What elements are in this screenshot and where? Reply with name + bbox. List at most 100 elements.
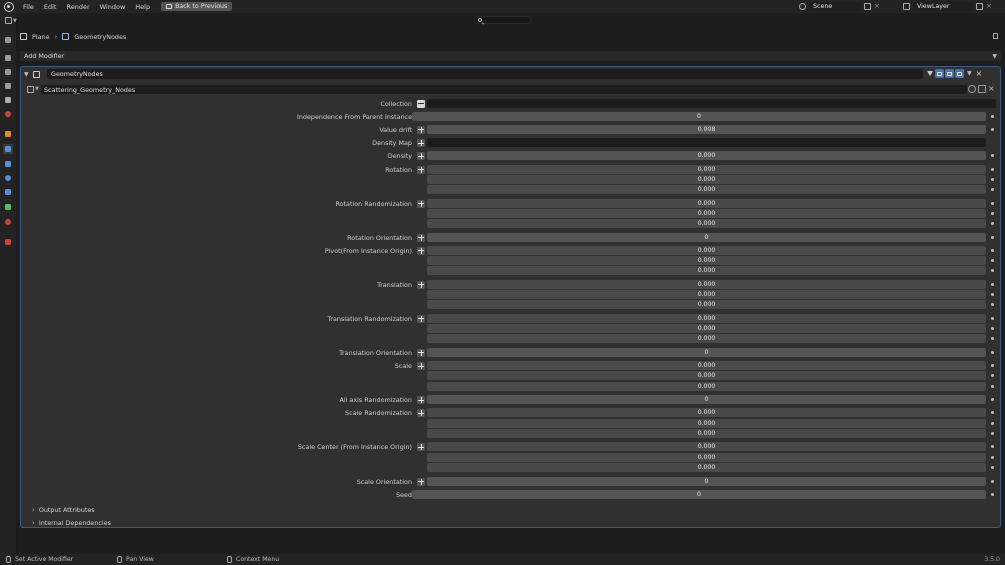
keyframe-dot-icon[interactable] bbox=[991, 455, 994, 459]
tab-modifiers[interactable] bbox=[3, 144, 13, 154]
attribute-toggle-icon[interactable] bbox=[417, 477, 425, 486]
attribute-toggle-icon[interactable] bbox=[417, 165, 425, 174]
keyframe-dot-icon[interactable] bbox=[991, 327, 994, 331]
int-field[interactable]: 0 bbox=[412, 111, 986, 121]
tab-object[interactable] bbox=[3, 129, 13, 139]
keyframe-dot-icon[interactable] bbox=[991, 201, 994, 205]
tab-material[interactable] bbox=[3, 217, 13, 227]
attribute-toggle-icon[interactable] bbox=[417, 152, 425, 161]
keyframe-dot-icon[interactable] bbox=[991, 431, 994, 435]
attribute-toggle-icon[interactable] bbox=[417, 199, 425, 208]
vector-component-field[interactable]: 0.000 bbox=[427, 334, 986, 344]
menu-window[interactable]: Window bbox=[95, 3, 131, 11]
menu-help[interactable]: Help bbox=[130, 3, 155, 11]
attribute-name-field[interactable] bbox=[427, 138, 986, 148]
keyframe-dot-icon[interactable] bbox=[991, 316, 994, 320]
keyframe-dot-icon[interactable] bbox=[991, 492, 994, 496]
attribute-toggle-icon[interactable] bbox=[417, 280, 425, 289]
keyframe-dot-icon[interactable] bbox=[991, 445, 994, 449]
vector-component-field[interactable]: 0.000 bbox=[427, 381, 986, 391]
keyframe-dot-icon[interactable] bbox=[991, 154, 994, 158]
vector-component-field[interactable]: 0.000 bbox=[427, 279, 986, 289]
vector-component-field[interactable]: 0.000 bbox=[427, 442, 986, 452]
new-scene-icon[interactable] bbox=[864, 3, 871, 10]
scene-name-field[interactable]: Scene bbox=[809, 2, 861, 11]
new-view-layer-icon[interactable] bbox=[976, 3, 983, 10]
properties-search-input[interactable] bbox=[474, 16, 532, 24]
keyframe-dot-icon[interactable] bbox=[991, 479, 994, 483]
duplicate-icon[interactable] bbox=[978, 85, 986, 93]
remove-modifier-icon[interactable]: × bbox=[976, 69, 983, 78]
keyframe-dot-icon[interactable] bbox=[991, 411, 994, 415]
vector-component-field[interactable]: 0.000 bbox=[427, 361, 986, 371]
vector-component-field[interactable]: 0.000 bbox=[427, 452, 986, 462]
keyframe-dot-icon[interactable] bbox=[991, 350, 994, 354]
vector-component-field[interactable]: 0.000 bbox=[427, 219, 986, 229]
edit-mode-icon[interactable] bbox=[935, 69, 944, 78]
keyframe-dot-icon[interactable] bbox=[991, 374, 994, 378]
view-layer-icon[interactable] bbox=[903, 3, 910, 10]
menu-edit[interactable]: Edit bbox=[39, 3, 62, 11]
subpanel-output-attributes[interactable]: › Output Attributes bbox=[32, 505, 95, 515]
tab-scene[interactable] bbox=[3, 95, 13, 105]
vector-component-field[interactable]: 0.000 bbox=[427, 256, 986, 266]
subpanel-internal-dependencies[interactable]: › Internal Dependencies bbox=[32, 518, 111, 528]
vector-component-field[interactable]: 0.000 bbox=[427, 164, 986, 174]
vector-component-field[interactable]: 0.000 bbox=[427, 245, 986, 255]
tab-tool[interactable] bbox=[3, 35, 13, 45]
menu-render[interactable]: Render bbox=[61, 3, 94, 11]
keyframe-dot-icon[interactable] bbox=[991, 167, 994, 171]
keyframe-dot-icon[interactable] bbox=[991, 269, 994, 273]
editor-type-selector[interactable]: ▼ bbox=[5, 16, 18, 25]
keyframe-dot-icon[interactable] bbox=[991, 465, 994, 469]
vector-component-field[interactable]: 0.000 bbox=[427, 198, 986, 208]
keyframe-dot-icon[interactable] bbox=[991, 222, 994, 226]
attribute-toggle-icon[interactable] bbox=[417, 348, 425, 357]
float-field[interactable]: 0 bbox=[427, 232, 986, 242]
tab-world[interactable] bbox=[3, 109, 13, 119]
keyframe-dot-icon[interactable] bbox=[991, 114, 994, 118]
attribute-toggle-icon[interactable] bbox=[417, 139, 425, 148]
chevron-down-icon[interactable]: ▼ bbox=[35, 86, 39, 92]
modifier-menu-chevron-icon[interactable]: ▼ bbox=[967, 70, 972, 77]
vector-component-field[interactable]: 0.000 bbox=[427, 300, 986, 310]
collection-field[interactable] bbox=[427, 98, 996, 108]
attribute-toggle-icon[interactable] bbox=[417, 409, 425, 418]
keyframe-dot-icon[interactable] bbox=[991, 421, 994, 425]
attribute-toggle-icon[interactable] bbox=[417, 246, 425, 255]
add-modifier-button[interactable]: Add Modifier ▼ bbox=[20, 51, 1001, 61]
vector-component-field[interactable]: 0.000 bbox=[427, 371, 986, 381]
view-layer-name-field[interactable]: ViewLayer bbox=[913, 2, 973, 11]
vector-component-field[interactable]: 0.000 bbox=[427, 418, 986, 428]
keyframe-dot-icon[interactable] bbox=[991, 248, 994, 252]
vector-component-field[interactable]: 0.000 bbox=[427, 324, 986, 334]
back-to-previous-button[interactable]: Back to Previous bbox=[161, 2, 233, 11]
keyframe-dot-icon[interactable] bbox=[991, 259, 994, 263]
node-tree-icon[interactable] bbox=[27, 86, 34, 93]
vector-component-field[interactable]: 0.000 bbox=[427, 313, 986, 323]
vector-component-field[interactable]: 0.000 bbox=[427, 266, 986, 276]
float-field[interactable]: 0 bbox=[427, 395, 986, 405]
node-group-field[interactable]: Scattering_Geometry_Nodes bbox=[41, 85, 967, 94]
scene-icon[interactable] bbox=[799, 3, 806, 10]
tab-render[interactable] bbox=[3, 53, 13, 63]
vector-component-field[interactable]: 0.000 bbox=[427, 290, 986, 300]
fake-user-shield-icon[interactable] bbox=[968, 85, 976, 93]
float-field[interactable]: 0 bbox=[427, 476, 986, 486]
keyframe-dot-icon[interactable] bbox=[991, 398, 994, 402]
blender-logo-icon[interactable] bbox=[4, 1, 14, 12]
keyframe-dot-icon[interactable] bbox=[991, 211, 994, 215]
keyframe-dot-icon[interactable] bbox=[991, 282, 994, 286]
int-field[interactable]: 0 bbox=[412, 489, 986, 499]
vector-component-field[interactable]: 0.000 bbox=[427, 208, 986, 218]
viewport-display-icon[interactable] bbox=[945, 69, 954, 78]
tab-particles[interactable] bbox=[3, 159, 13, 169]
vector-component-field[interactable]: 0.000 bbox=[427, 462, 986, 472]
tab-data[interactable] bbox=[3, 202, 13, 212]
tab-physics[interactable] bbox=[3, 173, 13, 183]
float-field[interactable]: 0 bbox=[427, 347, 986, 357]
attribute-toggle-icon[interactable] bbox=[417, 443, 425, 452]
attribute-toggle-icon[interactable] bbox=[417, 125, 425, 134]
vector-component-field[interactable]: 0.000 bbox=[427, 428, 986, 438]
keyframe-dot-icon[interactable] bbox=[991, 293, 994, 297]
